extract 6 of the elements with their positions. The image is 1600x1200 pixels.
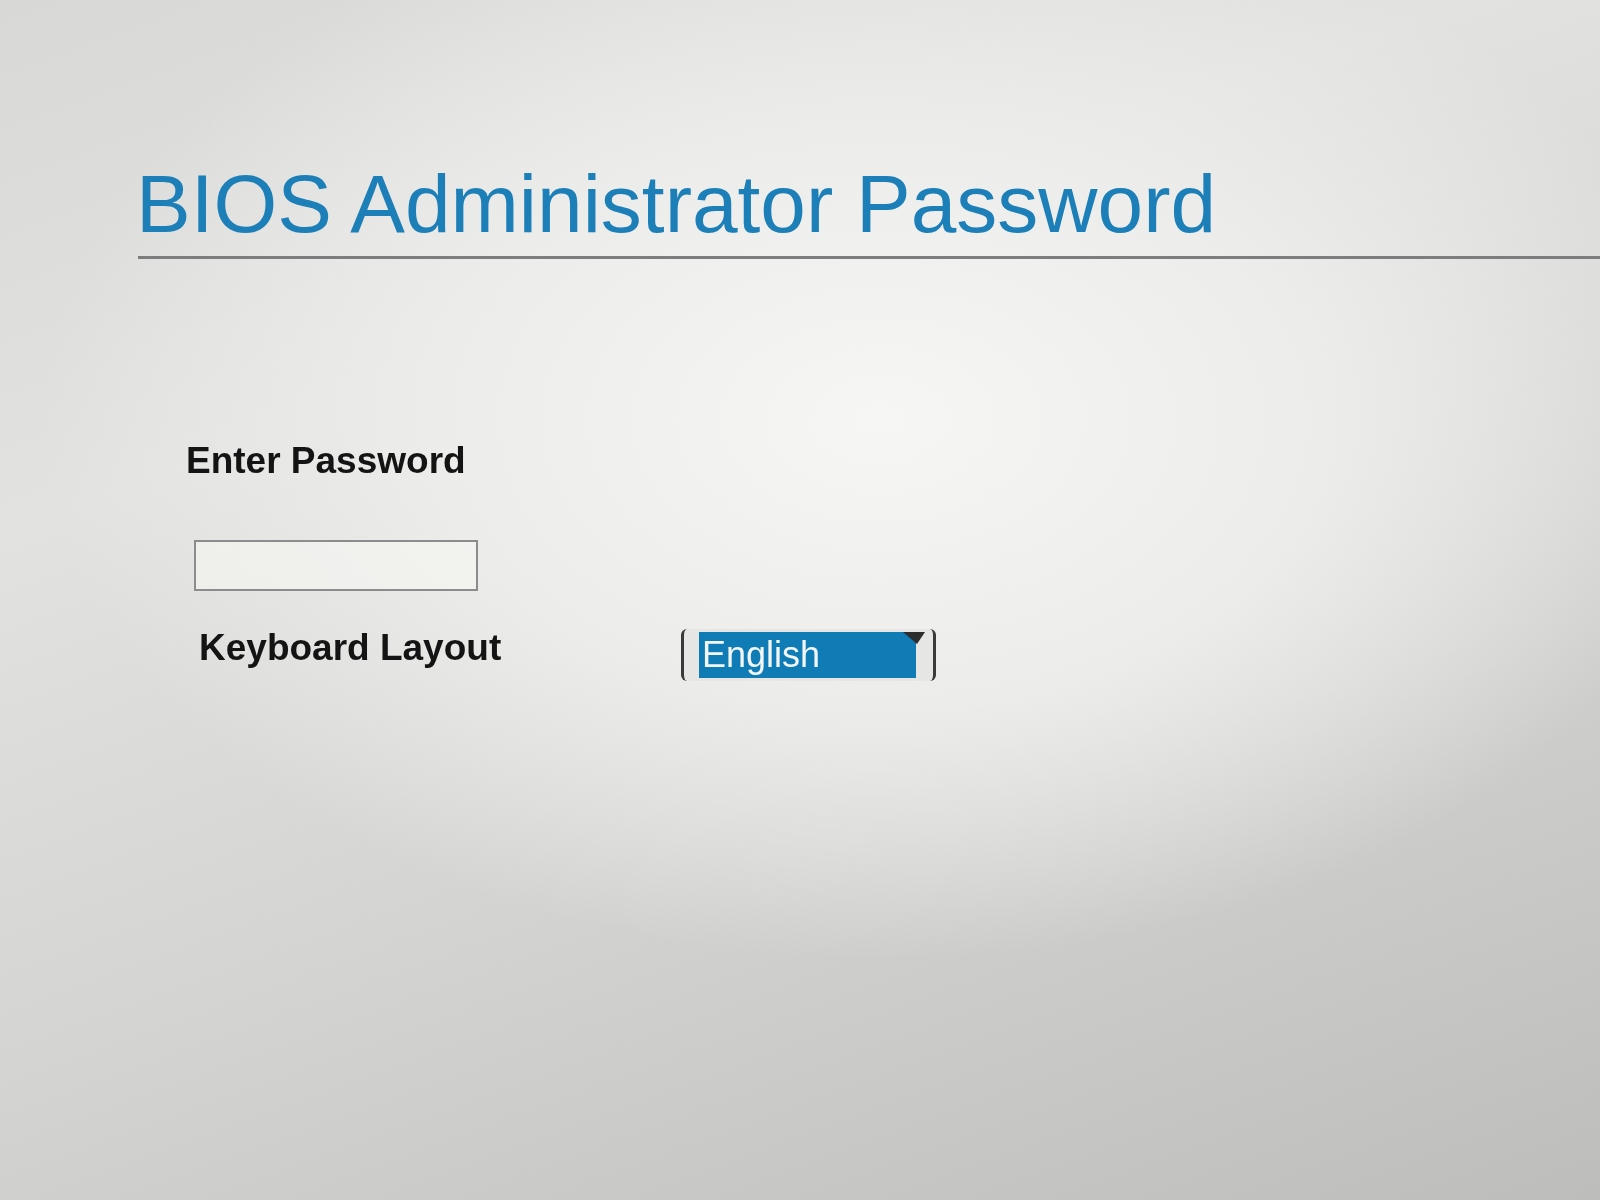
field-label: Enter Password (186, 439, 466, 484)
password-field[interactable] (194, 539, 478, 591)
caret-icon (903, 631, 925, 644)
page-title: BIOS Administrator Password (136, 159, 1217, 250)
layout-dropdown[interactable]: English (681, 628, 936, 681)
field-label: Keyboard Layout (199, 625, 502, 670)
